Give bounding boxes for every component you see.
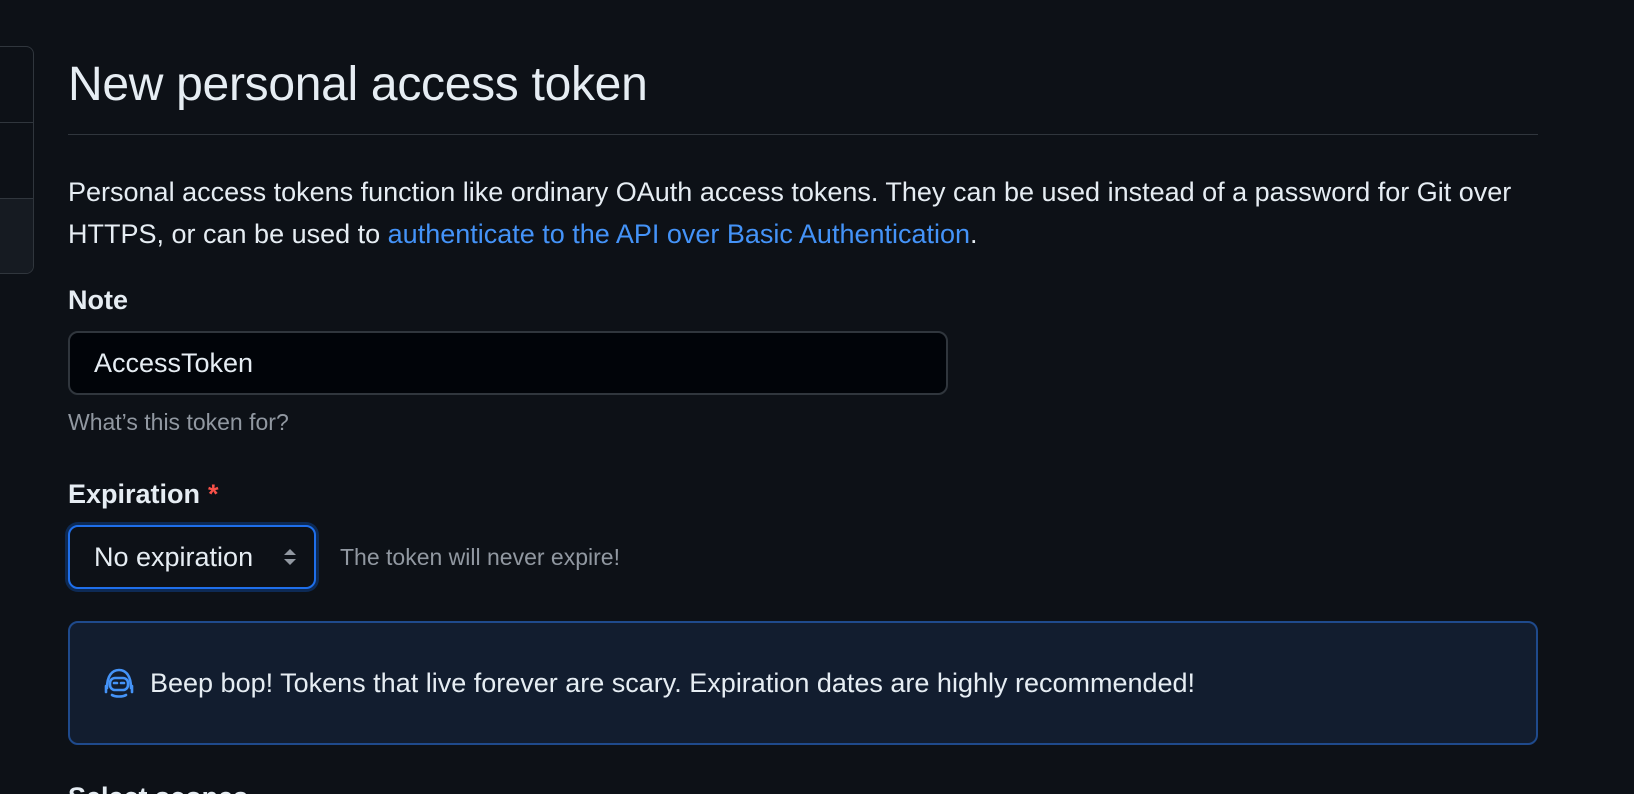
warning-message: Beep bop! Tokens that live forever are s… — [150, 667, 1196, 698]
expiration-note: The token will never expire! — [340, 543, 620, 570]
note-input[interactable] — [68, 331, 948, 395]
expiration-select[interactable]: No expiration — [68, 525, 316, 589]
settings-sidebar — [0, 46, 34, 274]
scopes-heading: Select scopes — [68, 782, 248, 794]
sidebar-item[interactable] — [0, 47, 33, 123]
page: New personal access token Personal acces… — [0, 0, 1634, 794]
basic-auth-link[interactable]: authenticate to the API over Basic Authe… — [388, 219, 970, 249]
copilot-bot-icon — [104, 668, 134, 698]
expiration-warning-banner: Beep bop! Tokens that live forever are s… — [68, 621, 1538, 745]
page-title: New personal access token — [68, 58, 648, 111]
intro-text-end: . — [970, 219, 978, 249]
sidebar-item-active[interactable] — [0, 199, 33, 273]
expiration-label: Expiration — [68, 479, 201, 509]
expiration-label-row: Expiration * — [68, 477, 1538, 511]
required-mark: * — [208, 479, 219, 509]
intro-paragraph: Personal access tokens function like ord… — [68, 171, 1538, 255]
sidebar-item[interactable] — [0, 123, 33, 199]
title-divider — [68, 134, 1538, 135]
expiration-select-value: No expiration — [94, 541, 254, 572]
expiration-row: No expiration The token will never expir… — [68, 525, 1538, 589]
note-hint: What’s this token for? — [68, 409, 289, 435]
select-arrows-icon — [284, 549, 296, 565]
main-content: New personal access token Personal acces… — [68, 0, 1538, 745]
note-label: Note — [68, 285, 128, 315]
